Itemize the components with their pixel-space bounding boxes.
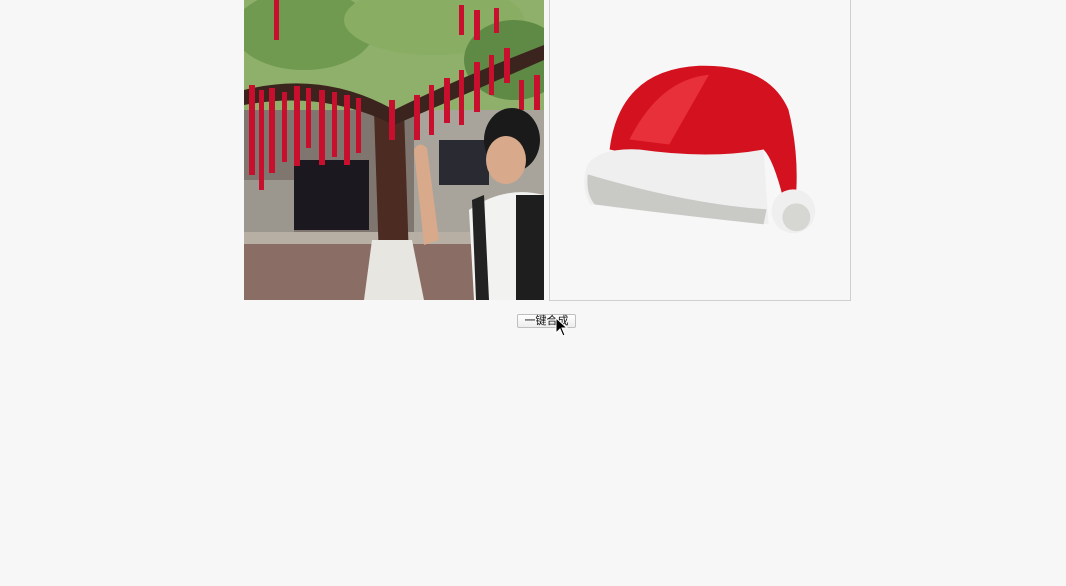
- hat-image: [549, 0, 851, 301]
- photo-icon: [244, 0, 544, 300]
- page: 一键合成: [0, 0, 1066, 586]
- santa-hat-icon: [584, 65, 816, 234]
- mouse-pointer-icon: [555, 317, 569, 337]
- source-photo: [244, 0, 544, 300]
